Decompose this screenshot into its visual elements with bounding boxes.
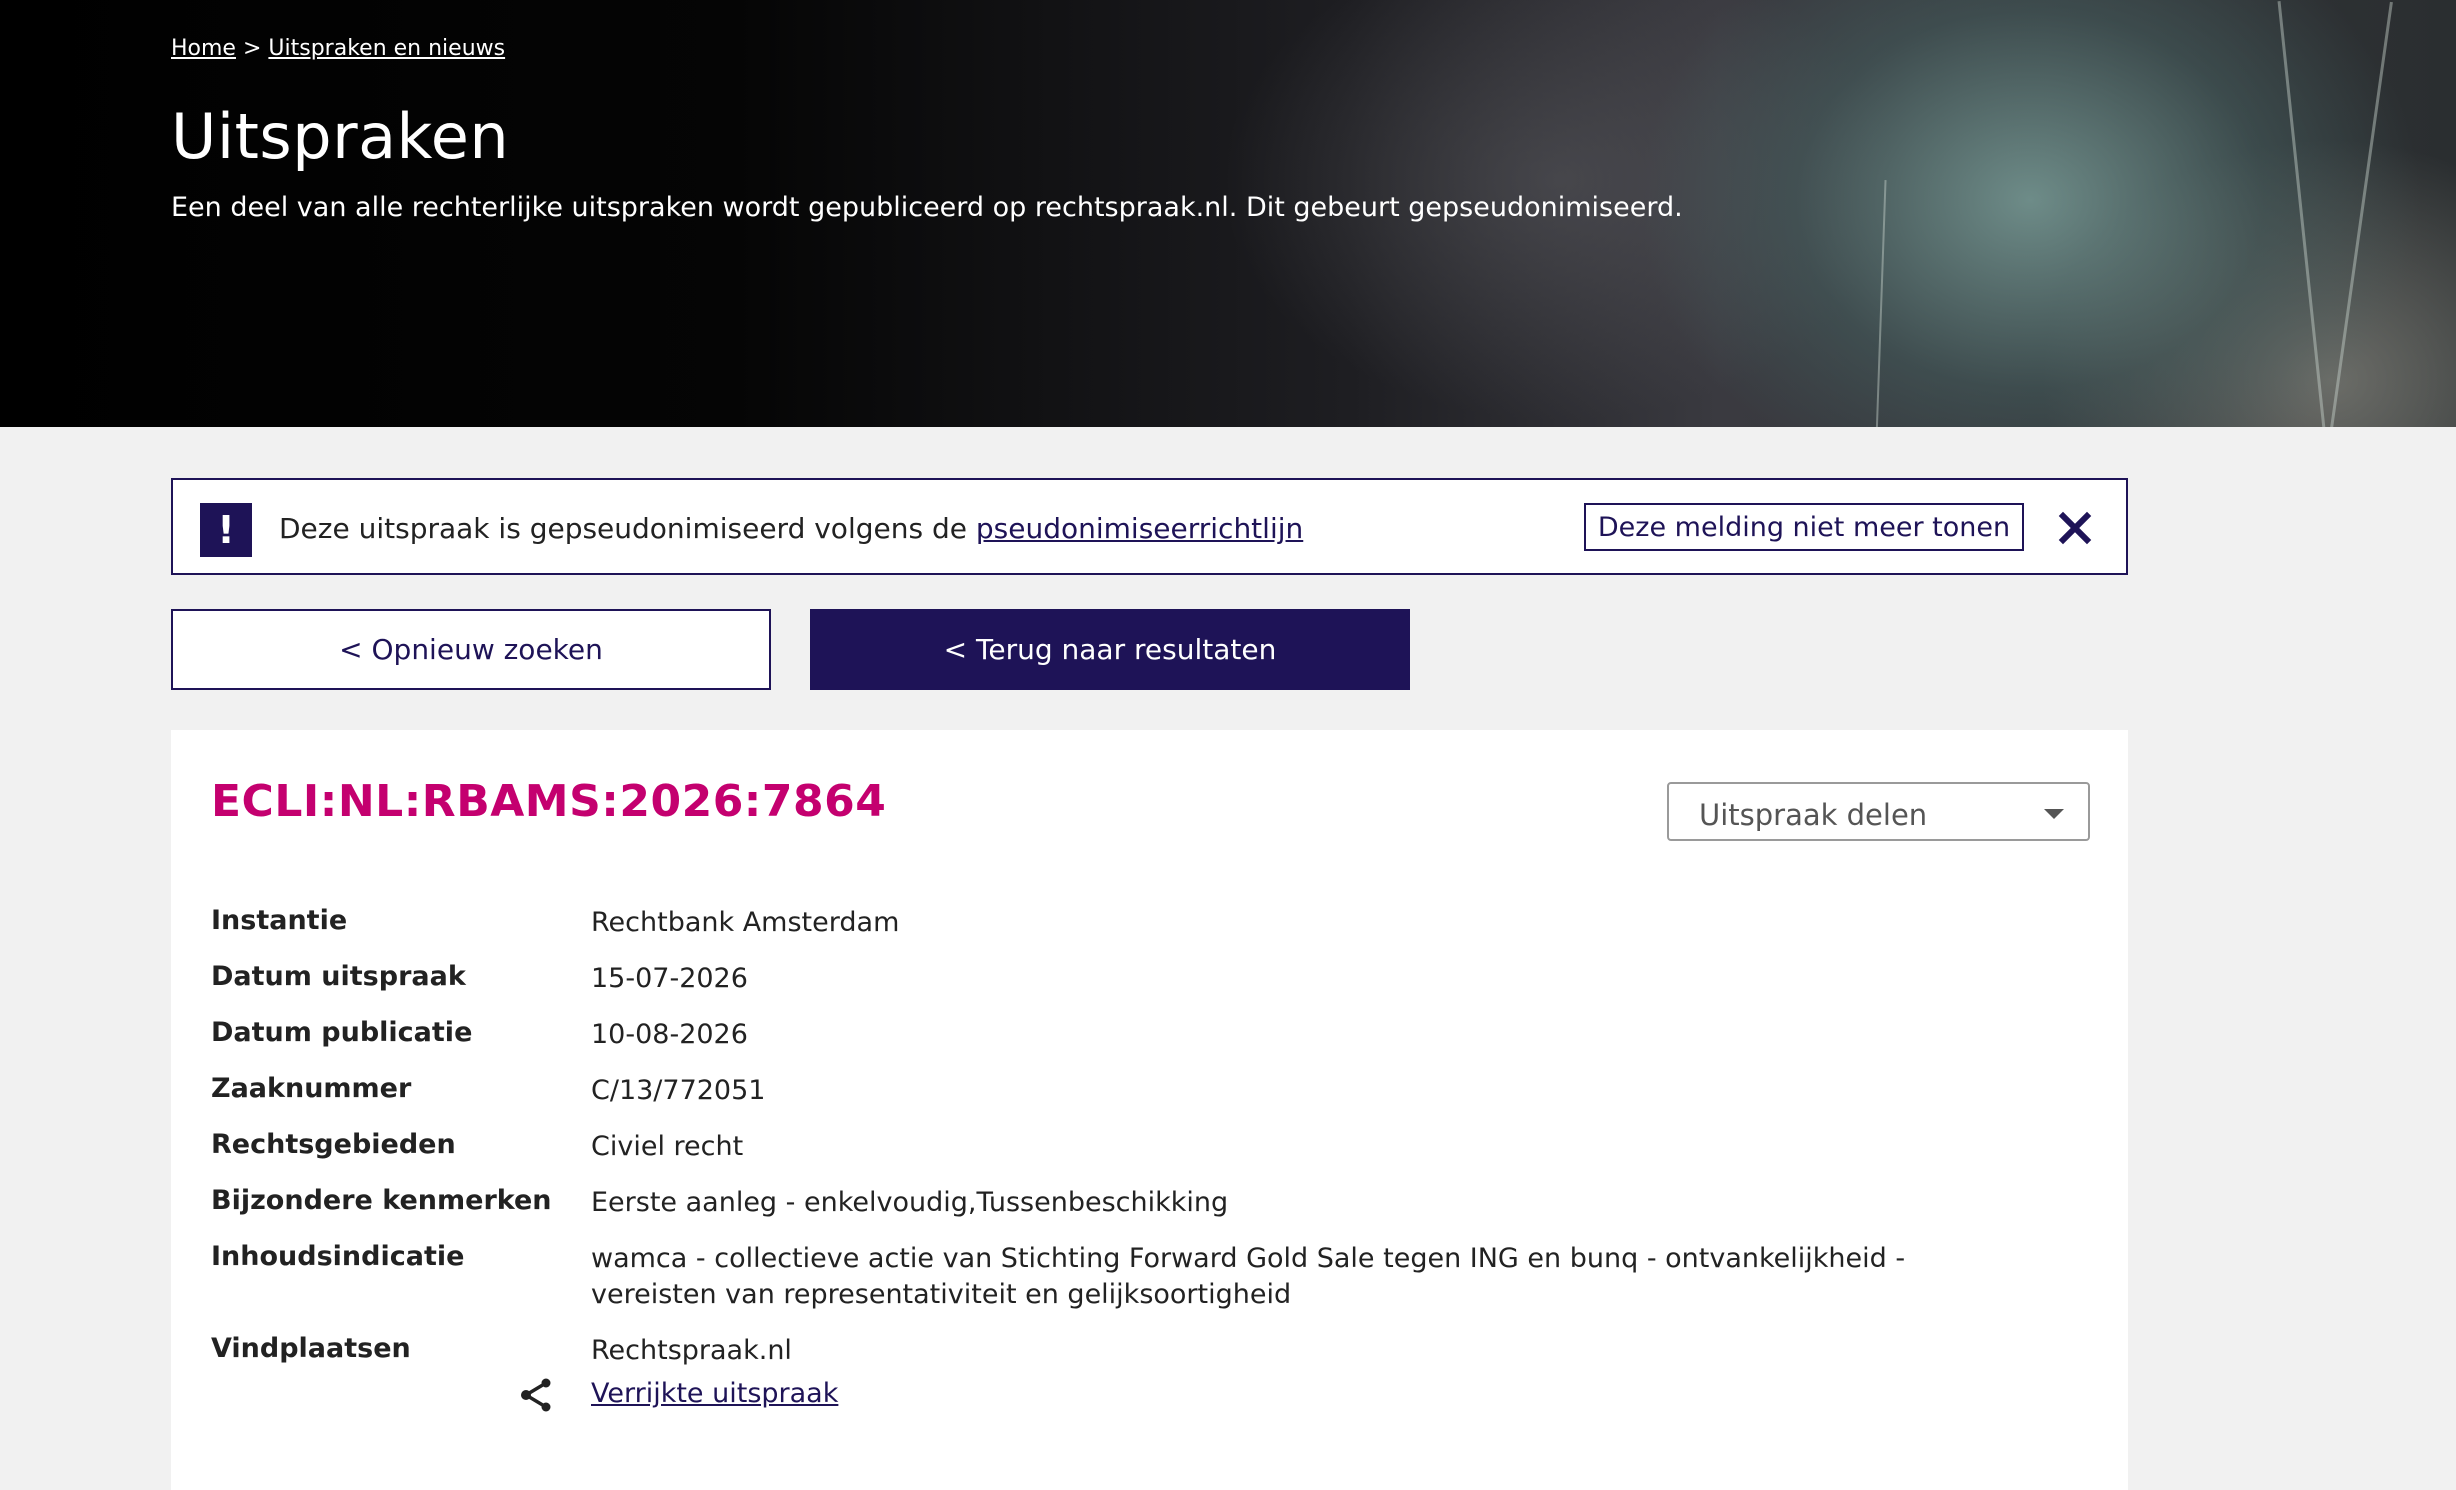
meta-label: Bijzondere kenmerken bbox=[211, 1185, 552, 1216]
meta-value: Rechtspraak.nl bbox=[591, 1335, 792, 1366]
breadcrumb: Home > Uitspraken en nieuws bbox=[171, 36, 505, 61]
meta-label: Vindplaatsen bbox=[211, 1333, 411, 1364]
share-nodes-icon bbox=[521, 1378, 551, 1412]
breadcrumb-separator: > bbox=[242, 36, 262, 61]
meta-value: wamca - collectieve actie van Stichting … bbox=[591, 1243, 1906, 1310]
meta-label: Rechtsgebieden bbox=[211, 1129, 456, 1160]
hero-banner: Home > Uitspraken en nieuws Uitspraken Een… bbox=[0, 0, 2456, 427]
back-to-results-button[interactable]: < Terug naar resultaten bbox=[810, 609, 1410, 690]
notice-text: Deze uitspraak is gepseudonimiseerd volg… bbox=[279, 512, 1303, 545]
meta-label: Zaaknummer bbox=[211, 1073, 412, 1104]
breadcrumb-home-link[interactable]: Home bbox=[171, 36, 236, 61]
notice-message: Deze uitspraak is gepseudonimiseerd volg… bbox=[279, 512, 967, 545]
enriched-ruling-link[interactable]: Verrijkte uitspraak bbox=[591, 1378, 838, 1409]
close-notice-button[interactable] bbox=[2053, 506, 2097, 550]
ecli-identifier: ECLI:NL:RBAMS:2026:7864 bbox=[211, 776, 887, 827]
meta-value: Eerste aanleg - enkelvoudig,Tussenbeschi… bbox=[591, 1187, 1229, 1218]
meta-value: C/13/772051 bbox=[591, 1075, 766, 1106]
share-ruling-dropdown[interactable]: Uitspraak delen bbox=[1667, 782, 2090, 841]
meta-label: Datum uitspraak bbox=[211, 961, 466, 992]
meta-value: Rechtbank Amsterdam bbox=[591, 907, 900, 938]
scale-chain-decoration bbox=[2277, 1, 2326, 427]
meta-label: Inhoudsindicatie bbox=[211, 1241, 465, 1272]
exclamation-icon: ! bbox=[200, 503, 252, 557]
chevron-down-icon bbox=[2044, 809, 2064, 819]
breadcrumb-uitspraken-link[interactable]: Uitspraken en nieuws bbox=[268, 36, 505, 61]
share-ruling-label: Uitspraak delen bbox=[1699, 798, 1928, 832]
page-subtitle: Een deel van alle rechterlijke uitsprake… bbox=[171, 192, 1683, 223]
pseudonymization-notice: ! Deze uitspraak is gepseudonimiseerd vo… bbox=[171, 478, 2128, 575]
close-icon bbox=[2058, 511, 2092, 545]
meta-value: 15-07-2026 bbox=[591, 963, 748, 994]
dismiss-notice-button[interactable]: Deze melding niet meer tonen bbox=[1584, 503, 2024, 551]
meta-value: 10-08-2026 bbox=[591, 1019, 748, 1050]
search-again-button[interactable]: < Opnieuw zoeken bbox=[171, 609, 771, 690]
meta-label: Datum publicatie bbox=[211, 1017, 473, 1048]
meta-label: Instantie bbox=[211, 905, 348, 936]
meta-value: Civiel recht bbox=[591, 1131, 744, 1162]
scale-chain-decoration bbox=[2330, 1, 2393, 427]
pseudonymization-guideline-link[interactable]: pseudonimiseerrichtlijn bbox=[976, 512, 1303, 545]
page-title: Uitspraken bbox=[171, 100, 510, 173]
scale-chain-decoration bbox=[1875, 180, 1887, 427]
ruling-card: ECLI:NL:RBAMS:2026:7864 Uitspraak delen … bbox=[171, 730, 2128, 1490]
